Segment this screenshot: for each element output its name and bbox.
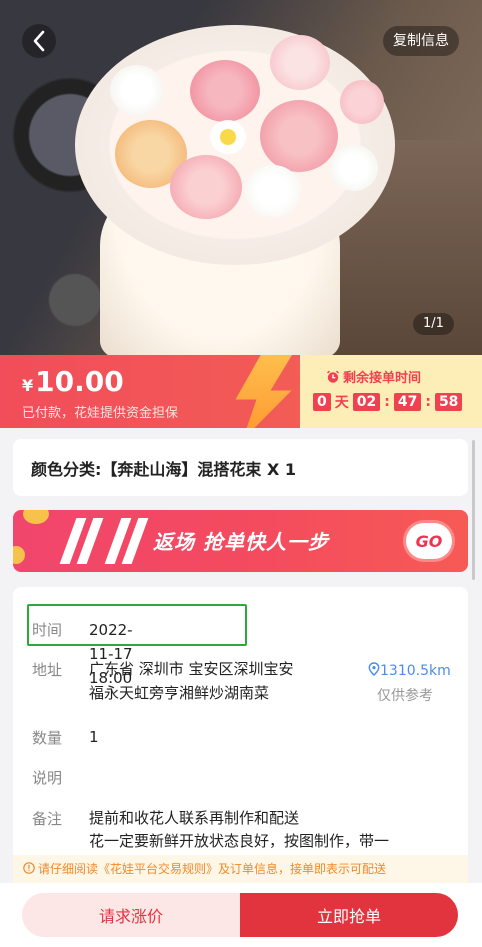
- notice-suffix: 及订单信息，接单即表示可配送: [218, 862, 387, 876]
- color-category-card: 颜色分类:【奔赴山海】混搭花束 X 1: [13, 439, 468, 496]
- timer-days: 0: [313, 393, 331, 411]
- product-image[interactable]: 复制信息 1/1: [0, 0, 482, 355]
- back-button[interactable]: [22, 24, 56, 58]
- quantity-value: 1: [89, 728, 99, 746]
- flower: [260, 100, 338, 172]
- quantity-label: 数量: [32, 729, 63, 747]
- order-detail-card: 时间 2022-11-17 18:00 地址 广东省 深圳市 宝安区深圳宝安 福…: [13, 587, 468, 857]
- order-price: ¥10.00: [22, 365, 124, 398]
- promo-banner[interactable]: 返场 抢单快人一步 GO: [13, 510, 468, 572]
- coin-decoration: [23, 510, 49, 524]
- flower: [330, 145, 378, 191]
- price-amount: 10.00: [35, 365, 124, 398]
- distance[interactable]: 1310.5km: [368, 662, 451, 679]
- location-pin-icon: [368, 662, 380, 676]
- timer-hours: 02: [352, 393, 381, 411]
- payment-guarantee-text: 已付款，花娃提供资金担保: [22, 406, 179, 421]
- go-button[interactable]: GO: [406, 523, 452, 559]
- timer-minutes: 47: [393, 393, 422, 411]
- timer-separator: :: [425, 394, 431, 410]
- description-label: 说明: [32, 769, 63, 787]
- alarm-clock-icon: [326, 370, 340, 383]
- coin-decoration: [13, 546, 25, 564]
- info-icon: [23, 862, 35, 874]
- lightning-icon: [235, 355, 295, 428]
- currency-symbol: ¥: [22, 376, 34, 395]
- grab-order-button[interactable]: 立即抢单: [240, 893, 458, 937]
- address-line-1: 广东省 深圳市 宝安区深圳宝安: [89, 660, 294, 678]
- flower: [245, 165, 301, 217]
- flower: [170, 155, 242, 219]
- timer-day-unit: 天: [334, 395, 349, 411]
- color-category-text: 颜色分类:【奔赴山海】混搭花束 X 1: [31, 459, 297, 479]
- notice-prefix: 请仔细阅读: [38, 862, 99, 876]
- flower: [340, 80, 384, 124]
- copy-info-button[interactable]: 复制信息: [383, 26, 459, 56]
- banner-text: 返场 抢单快人一步: [153, 530, 329, 554]
- countdown-timer: 0 天 02 : 47 : 58: [313, 392, 463, 412]
- address-label: 地址: [32, 661, 63, 679]
- image-pager: 1/1: [413, 313, 454, 335]
- request-price-raise-button[interactable]: 请求涨价: [22, 893, 240, 937]
- distance-value: 1310.5km: [380, 663, 451, 679]
- trade-rules-link[interactable]: 《花娃平台交易规则》: [98, 862, 218, 876]
- flower: [110, 65, 164, 115]
- bouquet: [75, 25, 395, 265]
- remark-line-2: 花一定要新鲜开放状态良好，按图制作，带一: [89, 832, 390, 850]
- timer-seconds: 58: [434, 393, 463, 411]
- rules-notice: 请仔细阅读《花娃平台交易规则》及订单信息，接单即表示可配送: [13, 855, 468, 883]
- remark-label: 备注: [32, 810, 63, 828]
- remark-line-1: 提前和收花人联系再制作和配送: [89, 809, 300, 827]
- chevron-left-icon: [33, 30, 45, 52]
- remaining-time-label: 剩余接单时间: [326, 367, 421, 386]
- timer-label-text: 剩余接单时间: [343, 371, 422, 386]
- distance-note: 仅供参考: [377, 688, 433, 704]
- address-line-2: 福永天虹旁亨湘鲜炒湖南菜: [89, 684, 270, 702]
- scrollbar[interactable]: [472, 440, 475, 580]
- flower: [270, 35, 330, 90]
- time-label: 时间: [32, 621, 63, 639]
- timer-separator: :: [384, 394, 390, 410]
- flower: [210, 120, 246, 154]
- flower: [190, 60, 260, 122]
